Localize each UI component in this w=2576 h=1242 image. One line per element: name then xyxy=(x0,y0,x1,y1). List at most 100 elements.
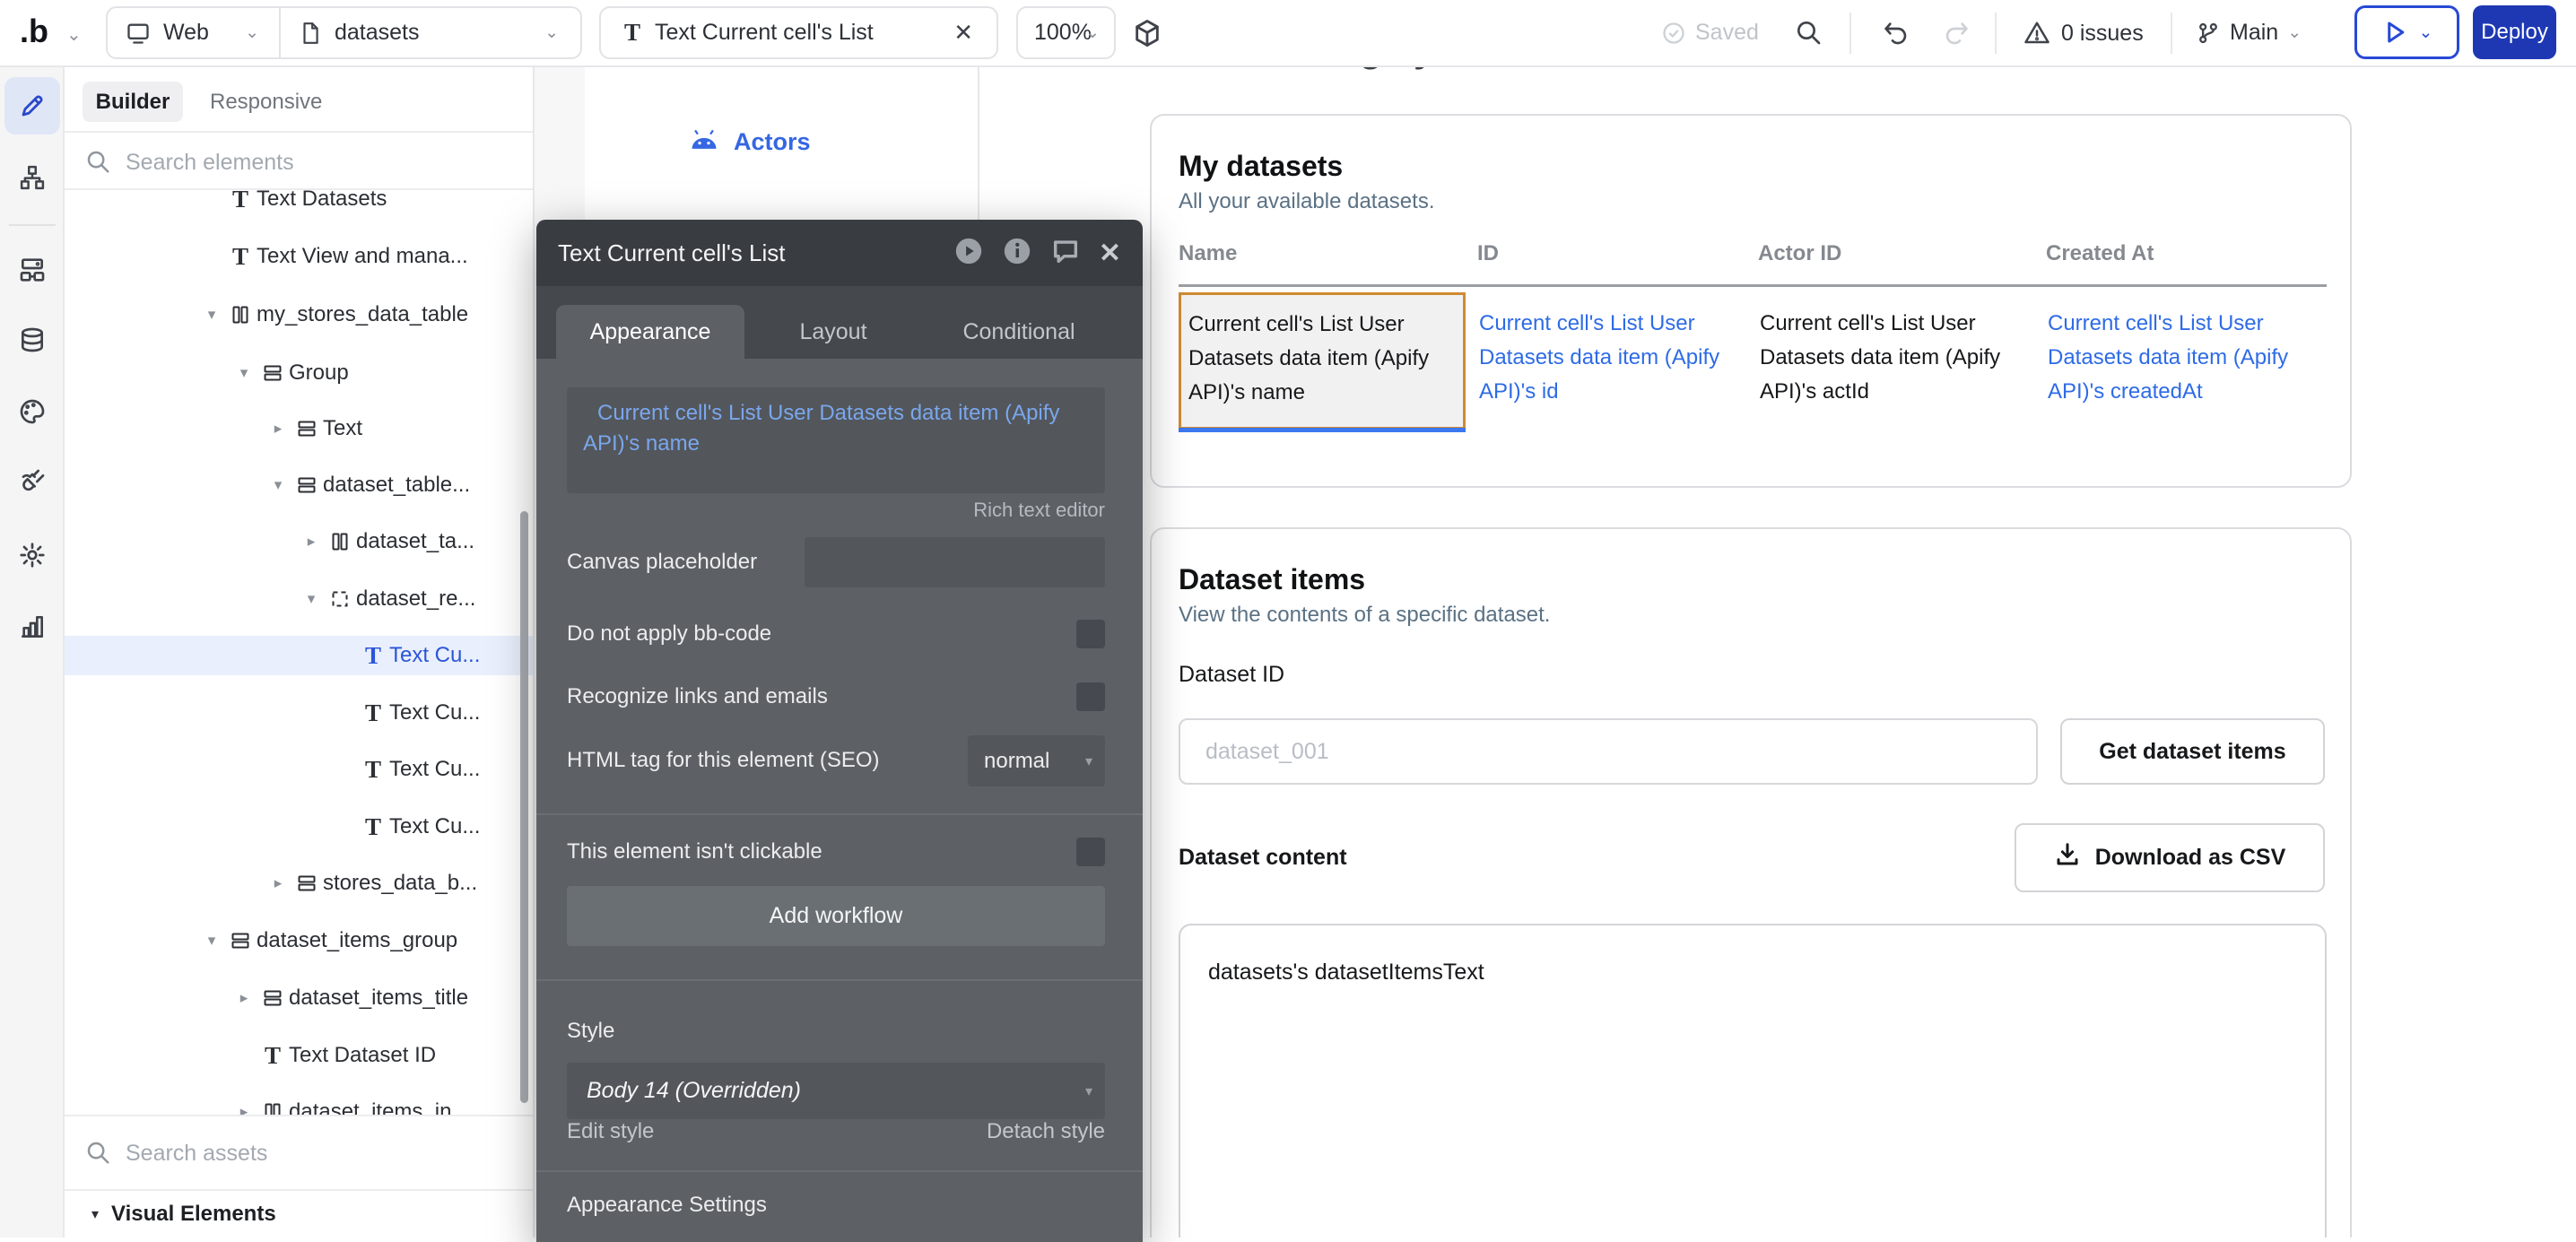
element-tab-label: Text Current cell's List xyxy=(655,20,874,46)
components-icon[interactable] xyxy=(0,256,65,284)
divider xyxy=(1995,13,1997,54)
add-workflow-button[interactable]: Add workflow xyxy=(567,886,1105,946)
close-icon[interactable]: ✕ xyxy=(1099,238,1121,269)
tree-item-text-current[interactable]: T Text Cu... xyxy=(65,693,533,733)
tree-item-dataset-items-title[interactable]: ▸ dataset_items_title xyxy=(65,978,533,1018)
tab-conditional[interactable]: Conditional xyxy=(929,305,1109,359)
tree-item-text-datasets[interactable]: T Text Datasets xyxy=(65,190,533,219)
tree-item-text-view[interactable]: T Text View and mana... xyxy=(65,237,533,276)
recognize-links-checkbox[interactable] xyxy=(1076,682,1105,711)
pencil-icon[interactable] xyxy=(0,92,65,119)
search-icon[interactable] xyxy=(1794,18,1823,51)
tree-item-dataset-re[interactable]: ▾ dataset_re... xyxy=(65,579,533,619)
package-icon[interactable] xyxy=(1132,18,1162,53)
run-workflow-icon[interactable] xyxy=(953,236,984,271)
visual-elements-section[interactable]: ▾ Visual Elements xyxy=(65,1189,533,1238)
text-element-icon: T xyxy=(361,699,385,727)
search-assets-input[interactable] xyxy=(126,1136,502,1170)
chevron-right-icon[interactable]: ▸ xyxy=(227,1103,261,1115)
settings-icon[interactable] xyxy=(0,541,65,569)
info-icon[interactable] xyxy=(1002,236,1032,271)
tree-item-dataset-table[interactable]: ▾ dataset_table... xyxy=(65,465,533,505)
tree-item-dataset-items-in[interactable]: ▸ dataset_items_in... xyxy=(65,1092,533,1115)
dataset-id-input[interactable] xyxy=(1179,718,2038,785)
tree-item-text-current[interactable]: T Text Cu... xyxy=(65,807,533,847)
rich-text-editor-link[interactable]: Rich text editor xyxy=(567,499,1105,522)
get-dataset-items-button[interactable]: Get dataset items xyxy=(2060,718,2325,785)
chevron-right-icon[interactable]: ▸ xyxy=(261,874,295,892)
tab-builder[interactable]: Builder xyxy=(83,82,183,122)
detach-style-link[interactable]: Detach style xyxy=(567,1119,1105,1144)
platform-select[interactable]: Web ⌄ xyxy=(108,8,279,57)
my-datasets-card: My datasets All your available datasets.… xyxy=(1150,114,2352,488)
tree-item-stores-data-b[interactable]: ▸ stores_data_b... xyxy=(65,864,533,903)
style-select[interactable]: Body 14 (Overridden) ▾ xyxy=(567,1063,1105,1119)
dataset-id-link[interactable]: Current cell's List User Datasets data i… xyxy=(1477,292,1758,430)
tab-layout[interactable]: Layout xyxy=(744,305,923,359)
inspector-header[interactable]: Text Current cell's List ✕ xyxy=(536,220,1143,286)
created-at-link[interactable]: Current cell's List User Datasets data i… xyxy=(2046,292,2327,430)
download-csv-button[interactable]: Download as CSV xyxy=(2015,823,2325,892)
page-label: datasets xyxy=(335,20,420,46)
palette-icon[interactable] xyxy=(0,397,65,426)
divider xyxy=(1849,13,1851,54)
branch-select[interactable]: Main ⌄ xyxy=(2196,20,2302,46)
chevron-down-icon[interactable]: ▾ xyxy=(195,306,229,324)
chevron-right-icon[interactable]: ▸ xyxy=(294,533,328,551)
columns-element-icon xyxy=(229,304,252,326)
page-select[interactable]: datasets ⌄ xyxy=(279,8,580,57)
columns-element-icon xyxy=(261,1101,284,1115)
dataset-content-box[interactable]: datasets's datasetItemsText xyxy=(1179,924,2327,1238)
bubble-logo[interactable]: .b xyxy=(20,13,48,50)
style-label: Style xyxy=(567,1019,614,1044)
sidebar-item-actors[interactable]: Actors xyxy=(689,128,811,156)
tree-item-group[interactable]: ▾ Group xyxy=(65,353,533,393)
logs-icon[interactable] xyxy=(0,612,65,641)
zoom-select[interactable]: 100% ⌄ xyxy=(1016,6,1116,59)
selected-canvas-element-name-cell[interactable]: Current cell's List User Datasets data i… xyxy=(1179,292,1466,430)
undo-icon[interactable] xyxy=(1882,18,1910,51)
database-icon[interactable] xyxy=(0,326,65,354)
chevron-down-icon[interactable]: ▾ xyxy=(261,476,295,494)
divider xyxy=(2171,13,2172,54)
sitemap-icon[interactable] xyxy=(0,164,65,191)
chevron-right-icon[interactable]: ▸ xyxy=(227,989,261,1007)
deploy-button[interactable]: Deploy xyxy=(2473,5,2556,59)
chevron-down-icon[interactable]: ▾ xyxy=(294,590,328,608)
html-tag-select[interactable]: normal ▾ xyxy=(968,735,1105,786)
logo-chevron-down-icon[interactable]: ⌄ xyxy=(66,23,82,46)
tree-item-my-stores-data-table[interactable]: ▾ my_stores_data_table xyxy=(65,295,533,334)
not-clickable-checkbox[interactable] xyxy=(1076,838,1105,866)
close-icon[interactable]: ✕ xyxy=(953,19,973,47)
tree-item-text-dataset-id[interactable]: T Text Dataset ID xyxy=(65,1036,533,1075)
tree-scrollbar[interactable] xyxy=(520,511,528,1103)
tree-item-dataset-items-group[interactable]: ▾ dataset_items_group xyxy=(65,921,533,960)
tree-item-text-group[interactable]: ▸ Text xyxy=(65,409,533,448)
issues-indicator[interactable]: 0 issues xyxy=(2023,20,2144,47)
divider xyxy=(536,979,1143,981)
preview-button[interactable]: ⌄ xyxy=(2354,5,2459,59)
canvas-placeholder-input[interactable] xyxy=(805,537,1105,587)
divider xyxy=(9,224,56,226)
rich-text-expression[interactable]: Current cell's List User Datasets data i… xyxy=(567,387,1105,493)
tab-responsive[interactable]: Responsive xyxy=(199,82,333,122)
tree-item-text-current-selected[interactable]: T Text Cu... xyxy=(65,636,533,675)
rows-element-icon xyxy=(295,873,318,894)
card-title: Dataset items xyxy=(1179,563,1365,596)
chevron-down-icon[interactable]: ▾ xyxy=(227,364,261,382)
inspector-body: Current cell's List User Datasets data i… xyxy=(536,359,1143,1242)
element-tab[interactable]: T Text Current cell's List ✕ xyxy=(599,6,998,59)
divider xyxy=(536,813,1143,815)
monitor-icon xyxy=(126,21,151,46)
search-elements-input[interactable] xyxy=(126,145,502,179)
redo-icon[interactable] xyxy=(1942,18,1971,51)
comment-icon[interactable] xyxy=(1050,236,1081,271)
chevron-right-icon[interactable]: ▸ xyxy=(261,420,295,438)
card-subtitle: All your available datasets. xyxy=(1179,189,1435,214)
chevron-down-icon[interactable]: ▾ xyxy=(195,932,229,950)
plugin-icon[interactable] xyxy=(0,467,65,496)
tab-appearance[interactable]: Appearance xyxy=(556,305,744,359)
bbcode-checkbox[interactable] xyxy=(1076,620,1105,648)
tree-item-text-current[interactable]: T Text Cu... xyxy=(65,750,533,789)
tree-item-dataset-ta[interactable]: ▸ dataset_ta... xyxy=(65,522,533,561)
